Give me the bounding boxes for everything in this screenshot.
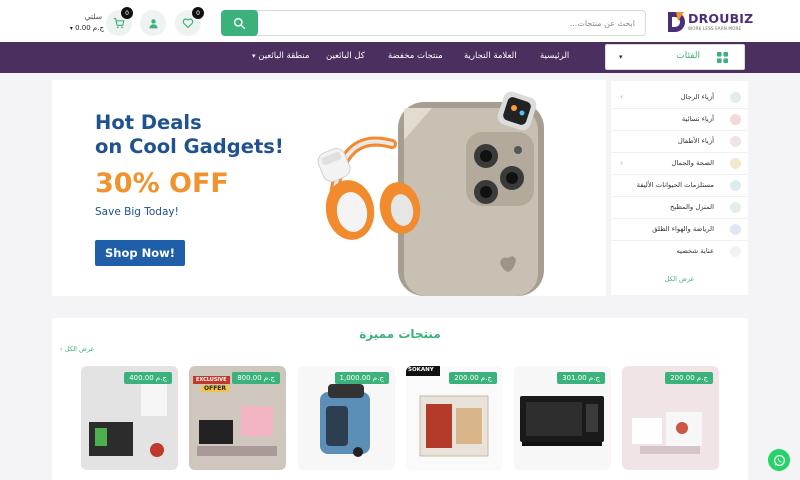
product-card[interactable]: EXCLUSIVE OFFER 800.00 ج.م bbox=[189, 366, 286, 470]
kitchen-icon bbox=[730, 202, 741, 213]
hero-title-line2: on Cool Gadgets! bbox=[95, 135, 284, 158]
side-category-item[interactable]: مستلزمات الحيوانات الأليفة bbox=[611, 175, 748, 197]
top-header: DROUBIZ WORK LESS EARN MORE 0 0 سلت bbox=[0, 0, 800, 42]
sports-icon bbox=[730, 224, 741, 235]
nav-home[interactable]: الرئيسية bbox=[540, 51, 569, 61]
side-category-item[interactable]: أزياء الرجال ‹ bbox=[611, 87, 748, 109]
price-tag: 200.00 ج.م bbox=[449, 372, 497, 384]
chevron-left-icon: ‹ bbox=[60, 345, 63, 353]
hero-banner[interactable]: Hot Deals on Cool Gadgets! 30% OFF Save … bbox=[52, 80, 606, 296]
logo[interactable]: DROUBIZ WORK LESS EARN MORE bbox=[666, 10, 753, 34]
nav-vendor-zone[interactable]: ▾ منطقة البائعين bbox=[252, 51, 309, 61]
nav-brands[interactable]: العلامة التجارية bbox=[464, 51, 517, 61]
cart-total[interactable]: ▾ 0.00 ج.م bbox=[62, 24, 104, 32]
wishlist-count: 0 bbox=[192, 7, 204, 19]
logo-text: DROUBIZ bbox=[688, 11, 754, 26]
price-tag: 1,000.00 ج.م bbox=[334, 372, 389, 384]
shop-now-button[interactable]: Shop Now! bbox=[95, 240, 185, 266]
search-bar bbox=[221, 10, 646, 36]
wishlist-button[interactable]: 0 bbox=[175, 7, 204, 36]
price-tag: 800.00 ج.م bbox=[232, 372, 280, 384]
grid-icon bbox=[717, 52, 728, 63]
hero-product-image bbox=[317, 91, 544, 296]
chevron-down-icon: ▾ bbox=[619, 53, 623, 61]
side-category-label: الصحة والجمال bbox=[671, 159, 714, 167]
hero-title-line1: Hot Deals bbox=[95, 111, 202, 134]
side-category-item[interactable]: أزياء الأطفال bbox=[611, 131, 748, 153]
hero-discount: 30% OFF bbox=[95, 168, 229, 199]
price-tag: 200.00 ج.م bbox=[665, 372, 713, 384]
cart-label: سلتي bbox=[84, 12, 102, 21]
beauty-icon bbox=[730, 158, 741, 169]
side-category-item[interactable]: أزياء نسائية bbox=[611, 109, 748, 131]
side-category-item[interactable]: المنزل والمطبخ bbox=[611, 197, 748, 219]
side-category-item[interactable]: عناية شخصيه bbox=[611, 241, 748, 263]
side-category-label: أزياء الرجال bbox=[680, 93, 714, 101]
pet-icon bbox=[730, 180, 741, 191]
dress-icon bbox=[730, 114, 741, 125]
logo-mark-icon bbox=[668, 12, 685, 32]
featured-products: منتجات مميزة ‹ عرض الكل 200.00 ج.م 301.0… bbox=[52, 318, 748, 480]
price-tag: 400.00 ج.م bbox=[124, 372, 172, 384]
featured-view-all-label: عرض الكل bbox=[64, 345, 95, 353]
chevron-left-icon: ‹ bbox=[620, 159, 623, 167]
side-category-label: عناية شخصيه bbox=[676, 247, 714, 255]
side-view-all-link[interactable]: عرض الكل bbox=[611, 275, 748, 283]
product-card[interactable]: 200.00 ج.م bbox=[622, 366, 719, 470]
whatsapp-icon bbox=[773, 454, 785, 466]
hero-title: Hot Deals on Cool Gadgets! bbox=[95, 111, 284, 159]
categories-label: الفئات bbox=[676, 51, 700, 61]
nav-all-vendors[interactable]: كل البائعين bbox=[326, 51, 365, 61]
hero-subtitle: Save Big Today! bbox=[95, 206, 179, 218]
cart-count: 0 bbox=[121, 7, 133, 19]
care-icon bbox=[730, 246, 741, 257]
side-category-label: المنزل والمطبخ bbox=[670, 203, 714, 211]
chevron-left-icon: ‹ bbox=[620, 93, 623, 101]
side-categories: أزياء الرجال ‹ أزياء نسائية أزياء الأطفا… bbox=[611, 81, 748, 295]
cart-button[interactable]: 0 bbox=[106, 7, 133, 36]
heart-icon bbox=[182, 18, 194, 29]
side-category-label: أزياء نسائية bbox=[681, 115, 714, 123]
product-card[interactable]: 1,000.00 ج.م bbox=[298, 366, 395, 470]
search-icon bbox=[233, 17, 246, 29]
product-card[interactable]: 400.00 ج.م bbox=[81, 366, 178, 470]
search-input[interactable] bbox=[257, 11, 645, 35]
nav-discounted[interactable]: منتجات مخفضة bbox=[388, 51, 443, 61]
user-icon bbox=[148, 18, 158, 28]
chevron-down-icon: ▾ bbox=[69, 25, 73, 32]
side-category-item[interactable]: الصحة والجمال ‹ bbox=[611, 153, 748, 175]
side-category-label: الرياضة والهواء الطلق bbox=[652, 225, 714, 233]
price-tag: 301.00 ج.م bbox=[557, 372, 605, 384]
chevron-down-icon: ▾ bbox=[252, 52, 256, 60]
side-category-label: أزياء الأطفال bbox=[677, 137, 714, 145]
side-category-item[interactable]: الرياضة والهواء الطلق bbox=[611, 219, 748, 241]
side-category-label: مستلزمات الحيوانات الأليفة bbox=[636, 181, 714, 189]
brand-label: SOKANY bbox=[408, 367, 434, 373]
cart-total-value: 0.00 ج.م bbox=[75, 24, 104, 32]
whatsapp-button[interactable] bbox=[768, 449, 790, 471]
product-card[interactable]: SOKANY 200.00 ج.م bbox=[406, 366, 503, 470]
featured-title: منتجات مميزة bbox=[359, 327, 441, 341]
product-card[interactable]: 301.00 ج.م bbox=[514, 366, 611, 470]
offer-label: OFFER bbox=[201, 385, 230, 392]
nav-vendor-zone-label: منطقة البائعين bbox=[258, 51, 310, 61]
exclusive-label: EXCLUSIVE bbox=[193, 376, 230, 384]
account-button[interactable] bbox=[140, 10, 166, 36]
featured-view-all-link[interactable]: ‹ عرض الكل bbox=[60, 345, 94, 353]
shirt-icon bbox=[730, 92, 741, 103]
logo-tagline: WORK LESS EARN MORE bbox=[688, 26, 742, 31]
cart-icon bbox=[113, 17, 125, 29]
categories-dropdown[interactable]: ▾ الفئات bbox=[605, 44, 745, 70]
kids-icon bbox=[730, 136, 741, 147]
search-button[interactable] bbox=[221, 10, 258, 36]
